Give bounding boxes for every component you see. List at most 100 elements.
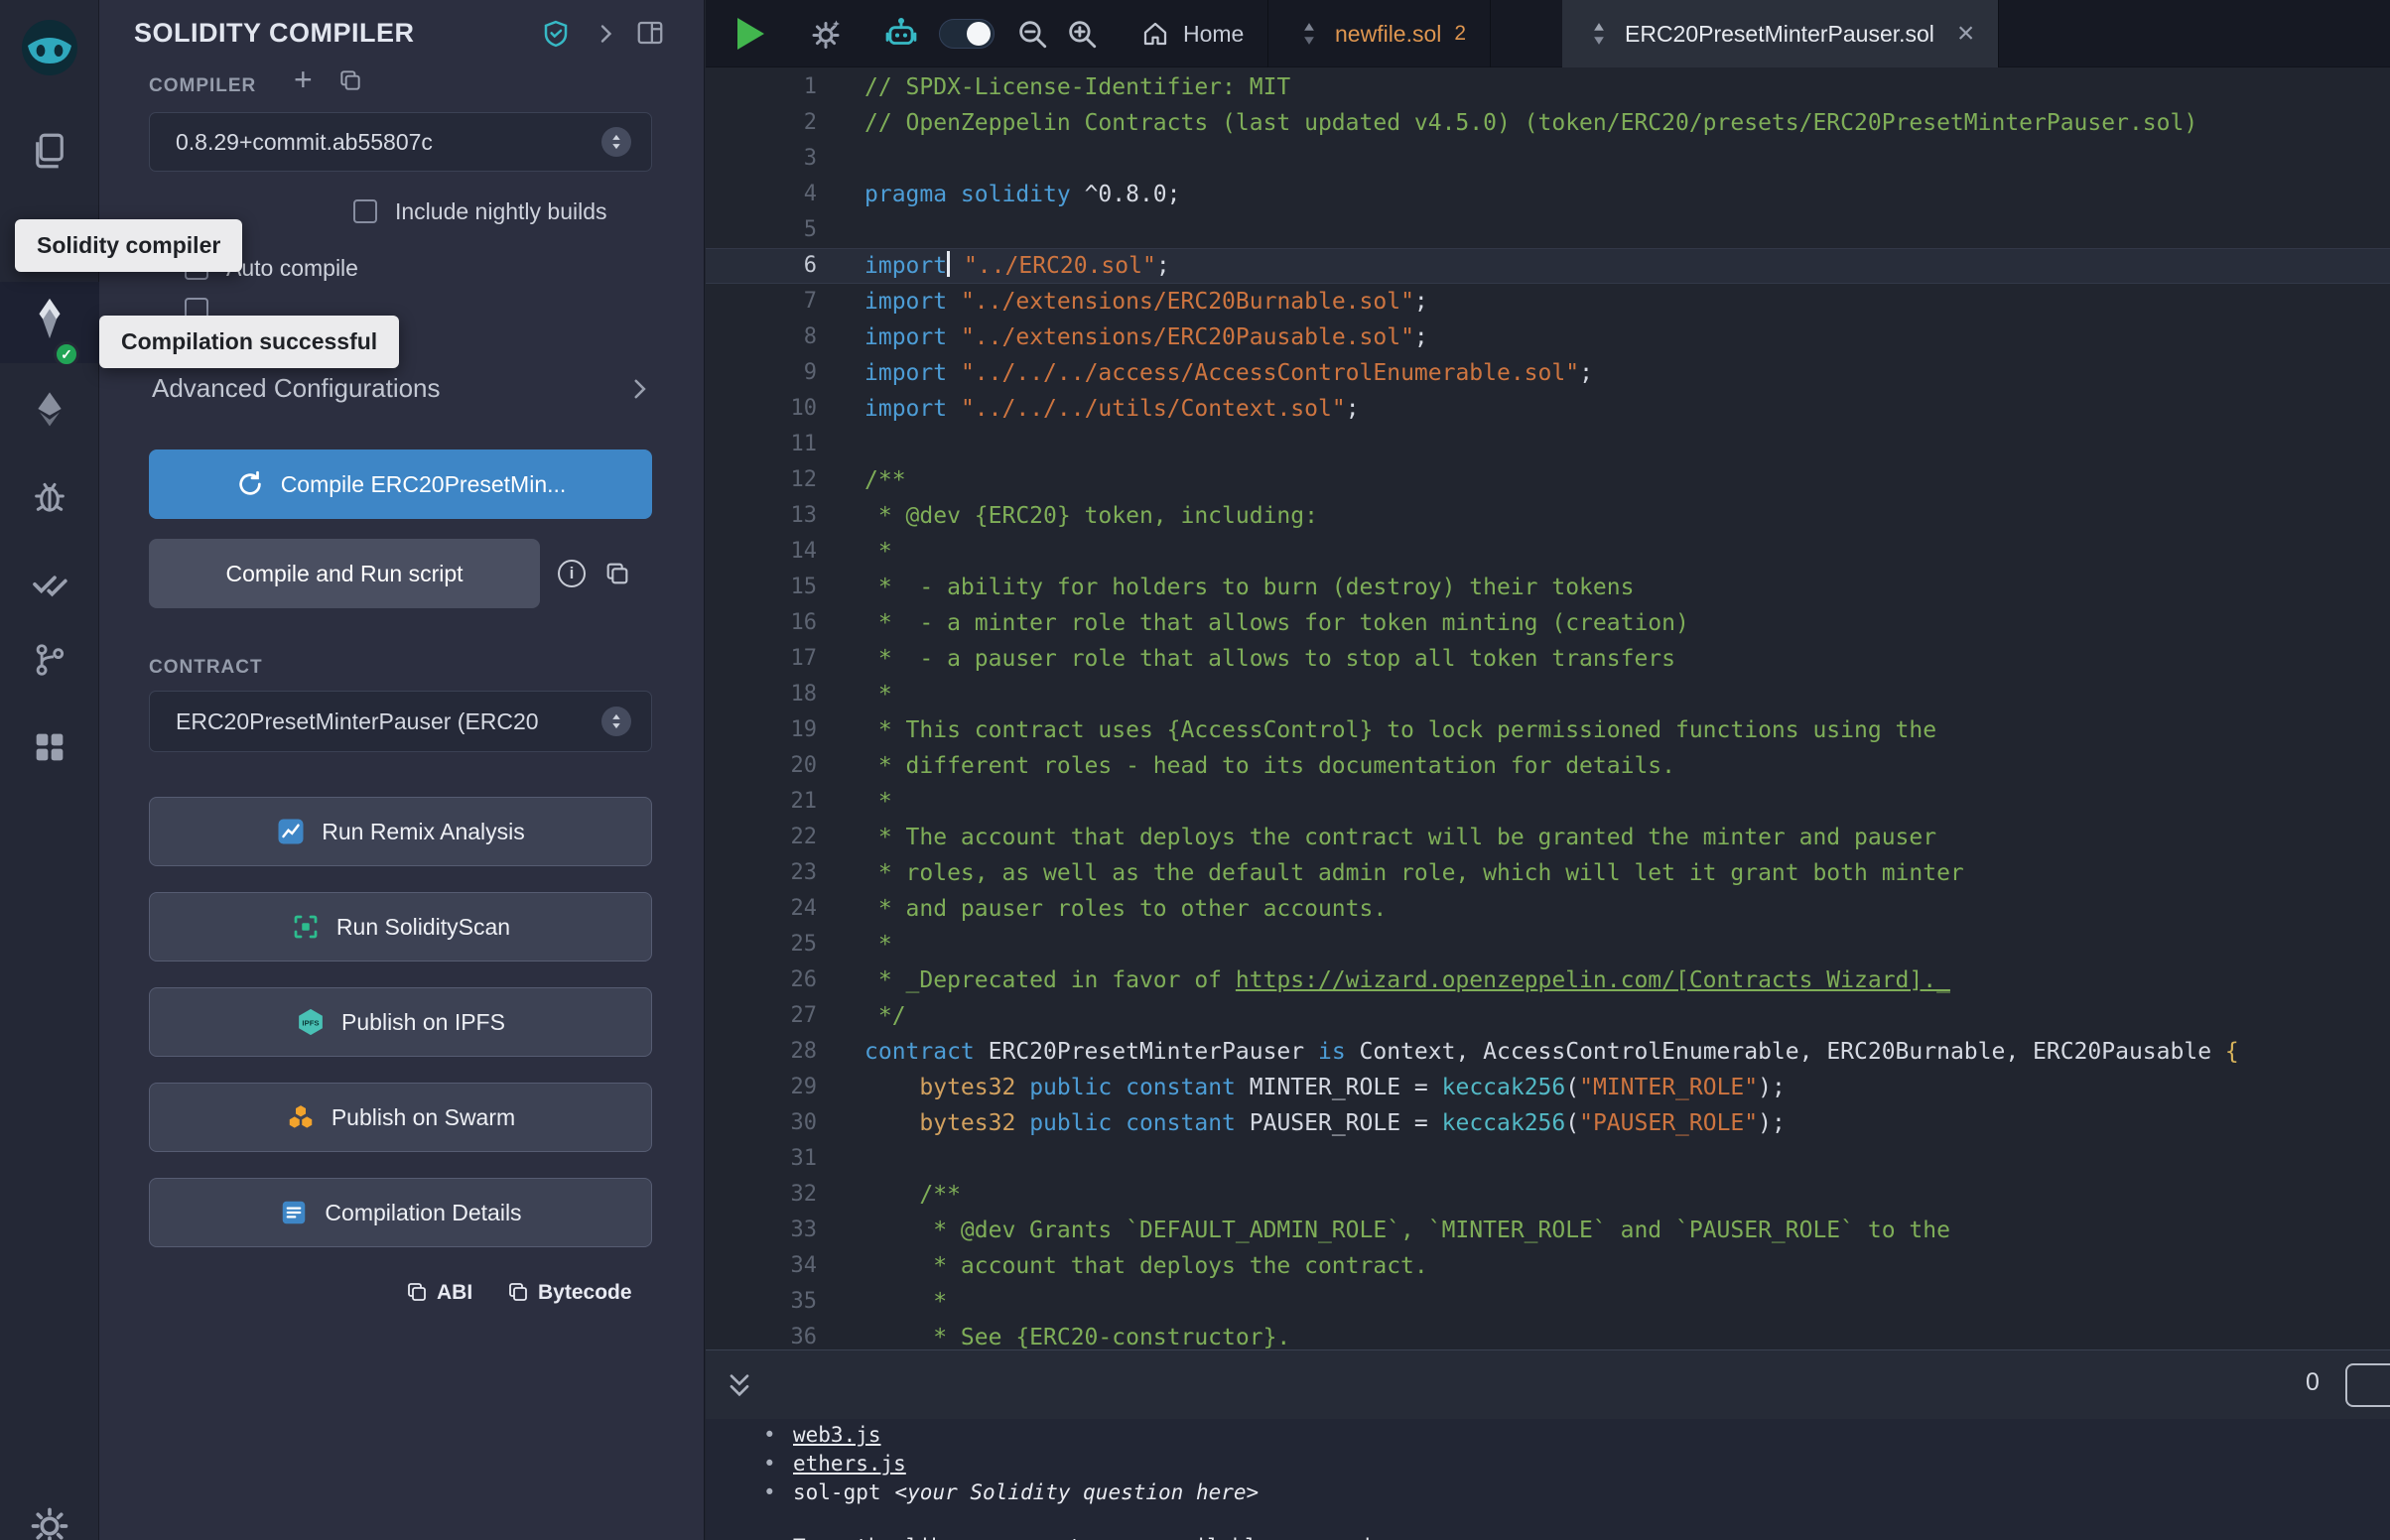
publish-swarm-button[interactable]: Publish on Swarm [149, 1083, 652, 1152]
publish-ipfs-button[interactable]: IPFS Publish on IPFS [149, 987, 652, 1057]
tab-home-label: Home [1183, 21, 1244, 48]
contract-section-label: CONTRACT [149, 657, 263, 679]
static-analysis-icon[interactable] [0, 564, 99, 603]
terminal-output: •web3.js•ethers.js•sol-gpt <your Solidit… [706, 1419, 2390, 1540]
code-line[interactable]: 34 * account that deploys the contract. [706, 1248, 2390, 1284]
bytecode-copy-button[interactable]: Bytecode [538, 1281, 632, 1305]
code-line[interactable]: 21 * [706, 784, 2390, 820]
compile-button[interactable]: Compile ERC20PresetMin... [149, 449, 652, 519]
code-line[interactable]: 5 [706, 212, 2390, 248]
compilation-details-button[interactable]: Compilation Details [149, 1178, 652, 1247]
terminal-list-item[interactable]: •ethers.js [763, 1450, 2390, 1478]
solidity-compiler-icon[interactable]: ✓ [0, 296, 99, 341]
tab-home[interactable]: Home [1117, 0, 1268, 67]
code-line[interactable]: 35 * [706, 1284, 2390, 1320]
abi-copy-button[interactable]: ABI [437, 1281, 472, 1305]
code-line[interactable]: 31 [706, 1141, 2390, 1177]
code-editor[interactable]: 1// SPDX-License-Identifier: MIT2// Open… [706, 67, 2390, 1349]
info-icon[interactable]: i [558, 560, 586, 587]
select-stepper-icon [601, 706, 631, 736]
line-number: 7 [706, 284, 817, 320]
code-line[interactable]: 22 * The account that deploys the contra… [706, 820, 2390, 855]
line-number: 23 [706, 855, 817, 891]
run-solidityscan-button[interactable]: Run SolidityScan [149, 892, 652, 962]
remix-logo[interactable] [0, 16, 99, 79]
code-line[interactable]: 9import "../../../access/AccessControlEn… [706, 355, 2390, 391]
code-line[interactable]: 32 /** [706, 1177, 2390, 1213]
ai-assistant-button[interactable] [882, 0, 920, 67]
git-icon[interactable] [0, 641, 99, 679]
compiler-version-select[interactable]: 0.8.29+commit.ab55807c [149, 112, 652, 172]
code-line[interactable]: 16 * - a minter role that allows for tok… [706, 605, 2390, 641]
terminal-list-item[interactable]: •web3.js [763, 1421, 2390, 1450]
copy-abi-icon[interactable] [405, 1280, 429, 1309]
code-line[interactable]: 27 */ [706, 998, 2390, 1034]
code-line[interactable]: 1// SPDX-License-Identifier: MIT [706, 69, 2390, 105]
deploy-run-icon[interactable] [0, 389, 99, 429]
code-line[interactable]: 26 * _Deprecated in favor of https://wiz… [706, 962, 2390, 998]
terminal-bar: 0 [706, 1349, 2390, 1419]
line-content: contract ERC20PresetMinterPauser is Cont… [817, 1034, 2239, 1070]
code-line[interactable]: 17 * - a pauser role that allows to stop… [706, 641, 2390, 677]
add-compiler-icon[interactable]: + [294, 62, 313, 98]
compile-and-run-button[interactable]: Compile and Run script [149, 539, 540, 608]
copy-script-icon[interactable] [603, 560, 631, 592]
code-line[interactable]: 30 bytes32 public constant PAUSER_ROLE =… [706, 1105, 2390, 1141]
code-line[interactable]: 25 * [706, 927, 2390, 962]
close-tab-icon[interactable]: × [1957, 19, 1975, 49]
code-line[interactable]: 11 [706, 427, 2390, 462]
details-icon [279, 1198, 309, 1227]
zoom-in-button[interactable] [1065, 0, 1099, 67]
code-line[interactable]: 18 * [706, 677, 2390, 712]
command-hint: <your Solidity question here> [895, 1478, 1260, 1507]
script-config-button[interactable] [808, 0, 844, 67]
line-content: * - a pauser role that allows to stop al… [817, 641, 1675, 677]
code-line[interactable]: 6import "../ERC20.sol"; [706, 248, 2390, 284]
code-line[interactable]: 36 * See {ERC20-constructor}. [706, 1320, 2390, 1349]
pin-panel-icon[interactable] [635, 18, 665, 53]
copy-version-icon[interactable] [337, 67, 363, 98]
tab-erc20presetminterpauser[interactable]: ERC20PresetMinterPauser.sol × [1562, 0, 1999, 67]
code-line[interactable]: 33 * @dev Grants `DEFAULT_ADMIN_ROLE`, `… [706, 1213, 2390, 1248]
code-line[interactable]: 12/** [706, 462, 2390, 498]
line-number: 12 [706, 462, 817, 498]
contract-select[interactable]: ERC20PresetMinterPauser (ERC20 [149, 691, 652, 752]
chevron-right-icon[interactable] [594, 22, 617, 51]
library-link[interactable]: ethers.js [793, 1450, 906, 1478]
terminal-search-input[interactable] [2345, 1363, 2390, 1407]
terminal-list-item[interactable]: •sol-gpt <your Solidity question here> [763, 1478, 2390, 1507]
debugger-icon[interactable] [0, 476, 99, 516]
code-line[interactable]: 8import "../extensions/ERC20Pausable.sol… [706, 320, 2390, 355]
settings-gear-icon[interactable] [0, 1504, 99, 1540]
tab-newfile[interactable]: newfile.sol 2 [1272, 0, 1491, 67]
library-link[interactable]: web3.js [793, 1421, 881, 1450]
advanced-configurations-toggle[interactable]: Advanced Configurations [152, 373, 652, 404]
code-line[interactable]: 23 * roles, as well as the default admin… [706, 855, 2390, 891]
code-line[interactable]: 20 * different roles - head to its docum… [706, 748, 2390, 784]
code-line[interactable]: 29 bytes32 public constant MINTER_ROLE =… [706, 1070, 2390, 1105]
zoom-out-button[interactable] [1015, 0, 1049, 67]
code-line[interactable]: 14 * [706, 534, 2390, 570]
file-explorer-icon[interactable] [0, 130, 99, 172]
code-line[interactable]: 3 [706, 141, 2390, 177]
code-line[interactable]: 10import "../../../utils/Context.sol"; [706, 391, 2390, 427]
code-line[interactable]: 13 * @dev {ERC20} token, including: [706, 498, 2390, 534]
run-remix-analysis-button[interactable]: Run Remix Analysis [149, 797, 652, 866]
terminal-expand-button[interactable] [724, 1350, 755, 1420]
plugin-manager-icon[interactable] [0, 727, 99, 767]
publish-ipfs-label: Publish on IPFS [341, 1009, 505, 1036]
line-number: 20 [706, 748, 817, 784]
code-line[interactable]: 7import "../extensions/ERC20Burnable.sol… [706, 284, 2390, 320]
zoom-in-icon [1065, 17, 1099, 51]
code-line[interactable]: 15 * - ability for holders to burn (dest… [706, 570, 2390, 605]
code-line[interactable]: 2// OpenZeppelin Contracts (last updated… [706, 105, 2390, 141]
copy-bytecode-icon[interactable] [506, 1280, 530, 1309]
include-nightly-checkbox[interactable] [353, 199, 377, 223]
code-line[interactable]: 4pragma solidity ^0.8.0; [706, 177, 2390, 212]
code-line[interactable]: 19 * This contract uses {AccessControl} … [706, 712, 2390, 748]
code-line[interactable]: 28contract ERC20PresetMinterPauser is Co… [706, 1034, 2390, 1070]
line-number: 33 [706, 1213, 817, 1248]
code-line[interactable]: 24 * and pauser roles to other accounts. [706, 891, 2390, 927]
run-script-button[interactable] [737, 0, 764, 67]
copilot-toggle[interactable] [939, 0, 995, 67]
